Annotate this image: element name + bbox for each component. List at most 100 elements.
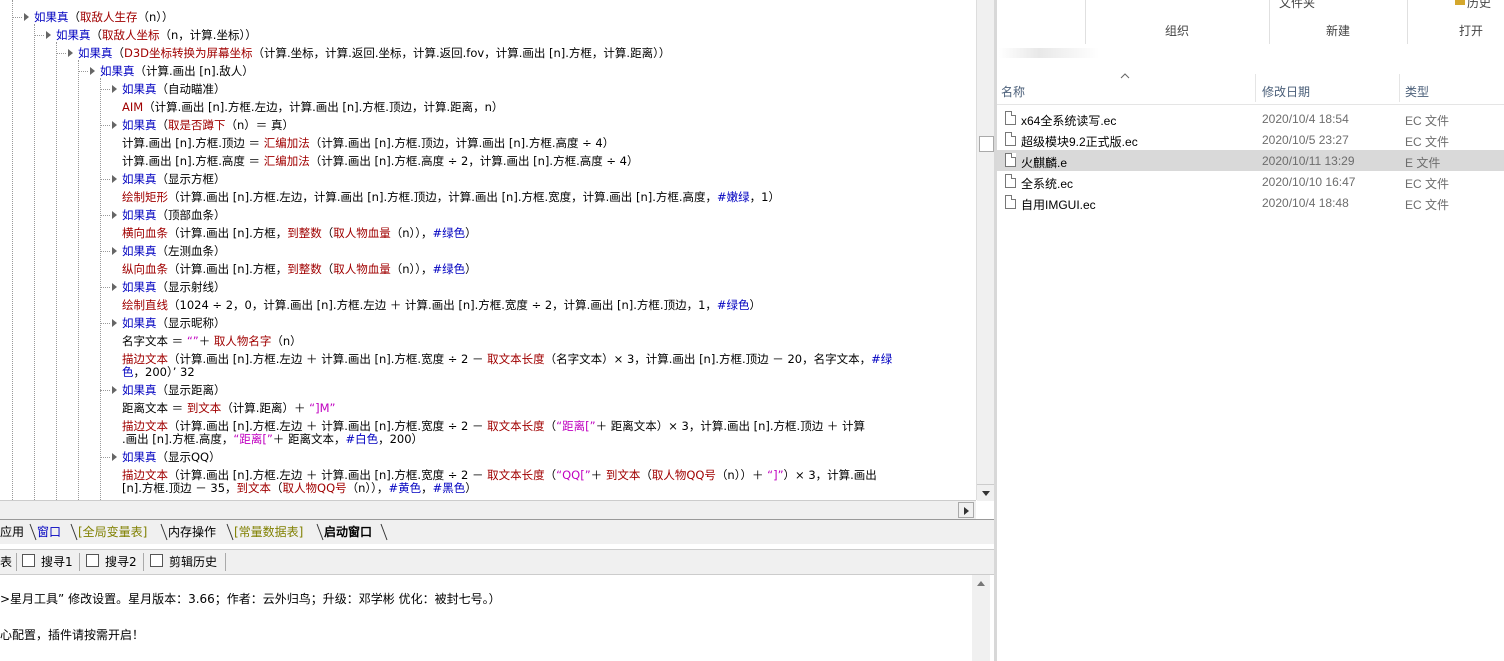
code-line[interactable]: 绘制矩形（计算.画出 [n].方框.左边，计算.画出 [n].方框.顶边，计算.… [122, 190, 780, 204]
expand-arrow-icon[interactable] [68, 49, 73, 57]
scroll-down-arrow[interactable] [977, 484, 995, 501]
code-line[interactable]: 如果真（取敌人生存（n）） [34, 10, 174, 24]
editor-tab-bar: 应用 窗口 [全局变量表] 内存操作 [常量数据表] 启动窗口 [0, 519, 996, 544]
search2-tab[interactable]: 搜寻2 [86, 553, 137, 571]
code-function: 汇编加法 [263, 136, 310, 150]
code-line[interactable]: 如果真（取敌人坐标（n，计算.坐标）） [56, 28, 257, 42]
code-line[interactable]: 如果真（显示昵称） [122, 316, 226, 330]
code-line[interactable]: 如果真（显示距离） [122, 383, 226, 397]
code-function: 取敌人坐标 [102, 28, 160, 42]
code-string: “距离[” [556, 419, 596, 433]
code-line[interactable]: 计算.画出 [n].方框.顶边 ＝ 汇编加法（计算.画出 [n].方框.顶边，计… [122, 136, 614, 150]
code-area[interactable]: 如果真（取敌人生存（n）） 如果真（取敌人坐标（n，计算.坐标）） 如果真（D3D坐… [0, 0, 976, 500]
expand-arrow-icon[interactable] [112, 121, 117, 129]
code-constant: #绿色 [432, 226, 466, 240]
search1-tab[interactable]: 搜寻1 [22, 553, 73, 571]
code-text: （n））＋ [715, 468, 768, 482]
column-name[interactable]: 名称 [1001, 83, 1025, 100]
code-line[interactable]: .画出 [n].方框.高度，“距离[”＋ 距离文本，#白色，200） [122, 432, 423, 446]
vertical-scrollbar[interactable] [976, 0, 995, 501]
address-bar[interactable] [997, 44, 1504, 66]
code-line[interactable]: 色，200）’ 32 [122, 365, 195, 379]
tab-2[interactable]: [全局变量表] [78, 523, 147, 541]
column-type[interactable]: 类型 [1405, 83, 1429, 100]
tab-5[interactable]: 启动窗口 [324, 523, 372, 541]
code-line[interactable]: 计算.画出 [n].方框.高度 ＝ 汇编加法（计算.画出 [n].方框.高度 ÷… [122, 154, 639, 168]
expand-arrow-icon[interactable] [112, 211, 117, 219]
code-line[interactable]: 描边文本（计算.画出 [n].方框.左边 ＋ 计算.画出 [n].方框.宽度 ÷… [122, 468, 877, 482]
file-row[interactable]: 火麒麟.e 2020/10/11 13:29 E 文件 [997, 150, 1504, 171]
code-line[interactable]: 名字文本 ＝ “”＋ 取人物名字（n） [122, 334, 302, 348]
code-line[interactable]: 如果真（显示方框） [122, 172, 226, 186]
code-text: ，200） [378, 432, 424, 446]
code-line[interactable]: 如果真（计算.画出 [n].敌人） [100, 64, 254, 78]
expand-arrow-icon[interactable] [112, 453, 117, 461]
code-function: 取人物血量 [333, 262, 391, 276]
file-row[interactable]: 全系统.ec 2020/10/10 16:47 EC 文件 [997, 171, 1504, 192]
code-line[interactable]: 如果真（显示射线） [122, 280, 226, 294]
code-line[interactable]: 如果真（顶部血条） [122, 208, 226, 222]
toolbar-item-table[interactable]: 表 [0, 553, 12, 571]
file-row[interactable]: 自用IMGUI.ec 2020/10/4 18:48 EC 文件 [997, 192, 1504, 213]
tab-0[interactable]: 应用 [0, 523, 24, 541]
code-text: ， [421, 481, 433, 495]
code-keyword: 如果真 [122, 82, 157, 96]
scroll-right-arrow[interactable] [958, 502, 974, 518]
horizontal-scrollbar[interactable] [0, 500, 976, 519]
expand-arrow-icon[interactable] [112, 85, 117, 93]
tree-guide [100, 251, 110, 252]
tab-1[interactable]: 窗口 [37, 523, 61, 541]
expand-arrow-icon[interactable] [112, 175, 117, 183]
code-line[interactable]: 如果真（取是否蹲下（n）＝ 真） [122, 118, 294, 132]
expand-arrow-icon[interactable] [112, 319, 117, 327]
column-separator[interactable] [1255, 74, 1256, 102]
code-text: 计算.画出 [n].方框.顶边 ＝ [122, 136, 264, 150]
file-date: 2020/10/5 23:27 [1262, 133, 1349, 147]
code-line[interactable]: AIM（计算.画出 [n].方框.左边，计算.画出 [n].方框.顶边，计算.距… [122, 100, 503, 114]
code-line[interactable]: 横向血条（计算.画出 [n].方框，到整数（取人物血量（n）），#绿色） [122, 226, 477, 240]
history-button[interactable]: 历史 [1467, 0, 1491, 11]
code-line[interactable]: 描边文本（计算.画出 [n].方框.左边 ＋ 计算.画出 [n].方框.宽度 ÷… [122, 352, 892, 366]
expand-arrow-icon[interactable] [90, 67, 95, 75]
file-icon [1005, 195, 1016, 209]
clip-history-tab[interactable]: 剪辑历史 [150, 553, 217, 571]
code-text: ） [465, 262, 477, 276]
code-keyword: 如果真 [56, 28, 91, 42]
code-text: ＋ [198, 334, 214, 348]
tab-4[interactable]: [常量数据表] [234, 523, 303, 541]
expand-arrow-icon[interactable] [24, 13, 29, 21]
expand-arrow-icon[interactable] [112, 247, 117, 255]
code-line[interactable]: 距离文本 ＝ 到文本（计算.距离）＋ “]M” [122, 401, 335, 415]
column-date[interactable]: 修改日期 [1262, 83, 1310, 100]
expand-arrow-icon[interactable] [46, 31, 51, 39]
scroll-thumb[interactable] [979, 136, 994, 152]
tree-guide [12, 0, 13, 500]
code-text: ） [749, 298, 762, 312]
toolbar-divider [16, 553, 17, 571]
output-scrollbar[interactable] [972, 575, 990, 661]
code-keyword: 如果真 [122, 208, 157, 222]
expand-arrow-icon[interactable] [112, 283, 117, 291]
tab-3[interactable]: 内存操作 [168, 523, 216, 541]
code-line[interactable]: 纵向血条（计算.画出 [n].方框，到整数（取人物血量（n）），#绿色） [122, 262, 477, 276]
code-function: 取人物QQ号 [651, 468, 716, 482]
file-row[interactable]: 超级模块9.2正式版.ec 2020/10/5 23:27 EC 文件 [997, 129, 1504, 150]
tree-guide [100, 125, 110, 126]
expand-arrow-icon[interactable] [112, 386, 117, 394]
code-text: ＋ 距离文本）× 3，计算.画出 [n].方框.顶边 ＋ 计算 [595, 419, 866, 433]
code-line[interactable]: 描边文本（计算.画出 [n].方框.左边 ＋ 计算.画出 [n].方框.宽度 ÷… [122, 419, 865, 433]
code-line[interactable]: 如果真（显示QQ） [122, 450, 221, 464]
code-line[interactable]: 如果真（左测血条） [122, 244, 226, 258]
new-folder-button[interactable]: 文件夹 [1279, 0, 1315, 11]
output-panel[interactable]: >星月工具” 修改设置。星月版本：3.66；作者：云外归鸟；升级：邓学彬 优化：… [0, 575, 972, 661]
code-line[interactable]: [n].方框.顶边 － 35，到文本（取人物QQ号（n）），#黄色，#黑色） [122, 481, 477, 495]
code-text: （ [544, 468, 557, 482]
column-separator[interactable] [1399, 74, 1400, 102]
code-line[interactable]: 如果真（D3D坐标转换为屏幕坐标（计算.坐标，计算.返回.坐标，计算.返回.fo… [78, 46, 670, 60]
code-line[interactable]: 如果真（自动瞄准） [122, 82, 226, 96]
file-row[interactable]: x64全系统读写.ec 2020/10/4 18:54 EC 文件 [997, 108, 1504, 129]
toolbar-divider [225, 553, 226, 571]
code-line[interactable]: 绘制直线（1024 ÷ 2，0，计算.画出 [n].方框.左边 ＋ 计算.画出 … [122, 298, 761, 312]
tab-separator [160, 523, 168, 541]
breadcrumb[interactable] [999, 48, 1099, 58]
